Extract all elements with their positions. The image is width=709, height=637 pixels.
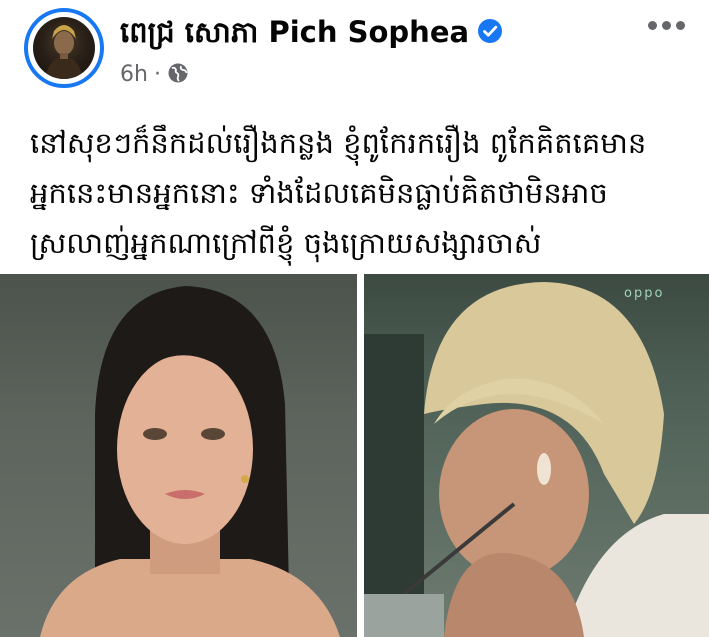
author-name[interactable]: ពេជ្រ សោភា Pich Sophea [120,12,503,52]
more-dot [647,20,657,30]
avatar-portrait [45,25,83,79]
post-photo-left[interactable] [0,274,357,637]
more-dot [675,20,685,30]
more-options-icon[interactable] [644,8,688,42]
post-photo-right[interactable]: oppo [364,274,709,637]
author-name-text[interactable]: ពេជ្រ សោភា Pich Sophea [120,15,469,49]
post-timestamp[interactable]: 6h [120,62,148,87]
photo-right-scene [364,282,709,637]
photo-left-portrait [40,286,340,637]
post-text: នៅសុខៗក៏នឹកដល់រឿងកន្លង ខ្ញុំពូកែរករឿង ពូ… [30,126,647,260]
post-header: ពេជ្រ សោភា Pich Sophea 6h · [0,0,709,108]
photo-divider [357,274,364,637]
more-dot [661,20,671,30]
avatar-image [33,17,95,79]
profile-avatar[interactable] [24,8,104,88]
globe-icon[interactable] [167,62,189,84]
meta-separator: · [153,62,161,87]
verified-check-icon [478,19,503,43]
oppo-watermark: oppo [624,286,665,301]
facebook-post: ពេជ្រ សោភា Pich Sophea 6h · នៅសុខៗក៏នឹកដល… [0,0,709,637]
post-meta: 6h · [120,60,189,90]
